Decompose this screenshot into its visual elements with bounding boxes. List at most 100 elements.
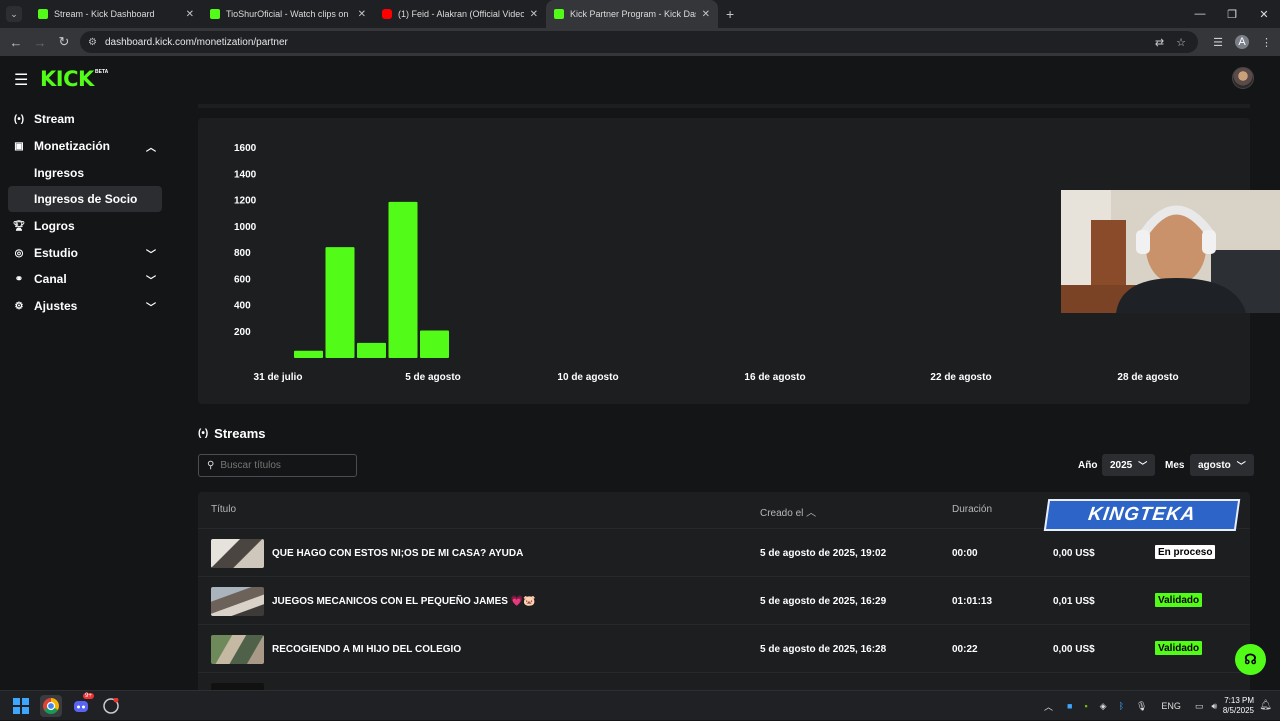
sidebar-item-ingresos-de-socio[interactable]: Ingresos de Socio xyxy=(8,186,162,212)
stream-thumbnail[interactable] xyxy=(211,635,264,664)
browser-tab-youtube[interactable]: (1) Feid - Alakran (Official Video ✕ xyxy=(374,0,546,28)
search-box[interactable]: ⚲ xyxy=(198,454,357,477)
table-row[interactable]: RECOGIENDO A MI HIJO DEL COLEGIO 5 de ag… xyxy=(198,624,1250,672)
sidebar-item-monetizacion[interactable]: ▣ Monetización ︿ xyxy=(8,133,162,159)
x-tick-label: 22 de agosto xyxy=(930,372,991,383)
chart-bar[interactable] xyxy=(420,330,449,358)
browser-toolbar: ← → ↻ ⚙ dashboard.kick.com/monetization/… xyxy=(0,28,1280,56)
tab-close-icon[interactable]: ✕ xyxy=(530,9,538,20)
bluetooth-icon[interactable]: ᛒ xyxy=(1119,701,1124,711)
tab-title: (1) Feid - Alakran (Official Video xyxy=(398,9,524,19)
user-avatar[interactable] xyxy=(1232,67,1254,89)
notification-bell-icon[interactable]: 🔔︎ xyxy=(1259,700,1272,711)
microphone-icon[interactable]: 🎙︎ xyxy=(1136,701,1147,712)
tab-search-icon[interactable]: ⌄ xyxy=(6,6,22,22)
language-indicator[interactable]: ENG xyxy=(1161,701,1181,711)
chrome-logo-icon xyxy=(43,698,59,714)
menu-kebab-icon[interactable]: ⋮ xyxy=(1261,36,1272,49)
table-row[interactable] xyxy=(198,672,1250,690)
tray-shield-icon[interactable]: ◈ xyxy=(1100,701,1107,712)
sidebar-item-ajustes[interactable]: ⚙ Ajustes ﹀ xyxy=(8,293,162,319)
taskbar-clock[interactable]: 7:13 PM 8/5/2025 xyxy=(1214,696,1254,716)
support-chat-button[interactable]: ☊ xyxy=(1235,644,1266,675)
window-controls: — ❐ ✕ xyxy=(1184,0,1280,28)
stream-thumbnail[interactable] xyxy=(211,587,264,616)
table-row[interactable]: JUEGOS MECANICOS CON EL PEQUEÑO JAMES 💗🐷… xyxy=(198,576,1250,624)
stream-created: 5 de agosto de 2025, 16:29 xyxy=(760,596,887,607)
tab-close-icon[interactable]: ✕ xyxy=(702,9,710,20)
chevron-down-icon[interactable]: ﹀ xyxy=(146,299,156,314)
stream-thumbnail[interactable] xyxy=(211,683,264,690)
sidebar-item-logros[interactable]: 🏆︎ Logros xyxy=(8,213,162,239)
stream-thumbnail[interactable] xyxy=(211,539,264,568)
url-text: dashboard.kick.com/monetization/partner xyxy=(104,36,288,48)
chevron-up-icon[interactable]: ︿ xyxy=(146,139,156,154)
beta-badge: BETA xyxy=(95,69,109,75)
back-icon[interactable]: ← xyxy=(4,35,28,50)
hamburger-menu-icon[interactable]: ☰ xyxy=(14,70,28,90)
headset-icon: ☊ xyxy=(1244,651,1257,667)
restore-icon[interactable]: ❐ xyxy=(1216,8,1248,21)
chart-bar[interactable] xyxy=(294,350,323,358)
year-select[interactable]: 2025 ﹀ xyxy=(1102,454,1156,476)
sidebar-item-label: Monetización xyxy=(34,139,111,153)
profile-avatar[interactable]: A xyxy=(1235,35,1249,49)
address-bar[interactable]: ⚙ dashboard.kick.com/monetization/partne… xyxy=(80,31,1198,53)
column-header-created[interactable]: Creado el ︿ xyxy=(760,504,816,519)
reload-icon[interactable]: ↻ xyxy=(52,34,76,50)
y-tick-label: 1600 xyxy=(234,143,257,154)
chevron-down-icon[interactable]: ﹀ xyxy=(146,272,156,287)
stream-earnings: 0,00 US$ xyxy=(1053,644,1095,655)
youtube-favicon-icon xyxy=(382,9,392,19)
browser-tab-stream[interactable]: Stream - Kick Dashboard ✕ xyxy=(30,0,202,28)
x-tick-label: 16 de agosto xyxy=(744,372,805,383)
kick-logo[interactable]: KICK xyxy=(40,67,94,91)
stream-earnings: 0,00 US$ xyxy=(1053,548,1095,559)
chevron-down-icon[interactable]: ﹀ xyxy=(146,246,156,261)
tray-overflow-icon[interactable]: ︿ xyxy=(1044,700,1053,713)
forward-icon[interactable]: → xyxy=(28,35,52,50)
close-window-icon[interactable]: ✕ xyxy=(1248,8,1280,21)
sidebar-item-stream[interactable]: (•) Stream xyxy=(8,106,162,132)
new-tab-icon[interactable]: + xyxy=(726,6,734,22)
search-input[interactable] xyxy=(220,460,341,471)
y-tick-label: 800 xyxy=(234,248,251,259)
sidebar: (•) Stream ▣ Monetización ︿ Ingresos Ing… xyxy=(0,104,170,690)
chevron-down-icon: ﹀ xyxy=(1236,460,1246,471)
table-row[interactable]: QUE HAGO CON ESTOS NI;OS DE MI CASA? AYU… xyxy=(198,528,1250,576)
card-edge xyxy=(198,104,1250,108)
tray-nvidia-icon[interactable]: ▪ xyxy=(1084,701,1087,711)
sidebar-item-estudio[interactable]: ◎ Estudio ﹀ xyxy=(8,240,162,266)
stream-title[interactable]: QUE HAGO CON ESTOS NI;OS DE MI CASA? AYU… xyxy=(272,548,523,559)
sidebar-item-canal[interactable]: ⚭ Canal ﹀ xyxy=(8,266,162,292)
column-header-duration[interactable]: Duración xyxy=(952,504,992,515)
chrome-taskbar-icon[interactable] xyxy=(40,695,62,717)
y-tick-label: 1400 xyxy=(234,169,257,180)
chart-bar[interactable] xyxy=(357,342,386,358)
stream-title[interactable]: JUEGOS MECANICOS CON EL PEQUEÑO JAMES 💗🐷 xyxy=(272,596,536,607)
chart-bar[interactable] xyxy=(388,201,418,358)
month-select[interactable]: agosto ﹀ xyxy=(1190,454,1254,476)
site-info-icon[interactable]: ⚙ xyxy=(88,37,97,48)
discord-taskbar-icon[interactable]: 9+ xyxy=(70,693,94,717)
browser-tab-partner[interactable]: Kick Partner Program - Kick Dash ✕ xyxy=(546,0,718,28)
column-header-title[interactable]: Título xyxy=(211,504,236,515)
bookmark-star-icon[interactable]: ☆ xyxy=(1176,36,1186,49)
sidebar-item-ingresos[interactable]: Ingresos xyxy=(8,160,162,186)
reading-list-icon[interactable]: ☰ xyxy=(1213,36,1223,49)
tray-app-icon[interactable]: ■ xyxy=(1067,701,1072,711)
chart-bar[interactable] xyxy=(325,247,355,358)
kick-favicon-icon xyxy=(38,9,48,19)
network-icon[interactable]: ▭ xyxy=(1195,701,1204,712)
browser-tab-clips[interactable]: TioShurOficial - Watch clips on ✕ xyxy=(202,0,374,28)
minimize-icon[interactable]: — xyxy=(1184,8,1216,20)
translate-icon[interactable]: ⇄ xyxy=(1155,36,1164,49)
obs-taskbar-icon[interactable] xyxy=(100,695,122,717)
stream-title[interactable]: RECOGIENDO A MI HIJO DEL COLEGIO xyxy=(272,644,461,655)
tab-title: Kick Partner Program - Kick Dash xyxy=(570,9,696,19)
tab-close-icon[interactable]: ✕ xyxy=(358,9,366,20)
column-header-label: Creado el xyxy=(760,508,804,519)
windows-start-icon[interactable] xyxy=(10,695,32,717)
broadcast-icon: (•) xyxy=(198,428,209,439)
tab-close-icon[interactable]: ✕ xyxy=(186,9,194,20)
